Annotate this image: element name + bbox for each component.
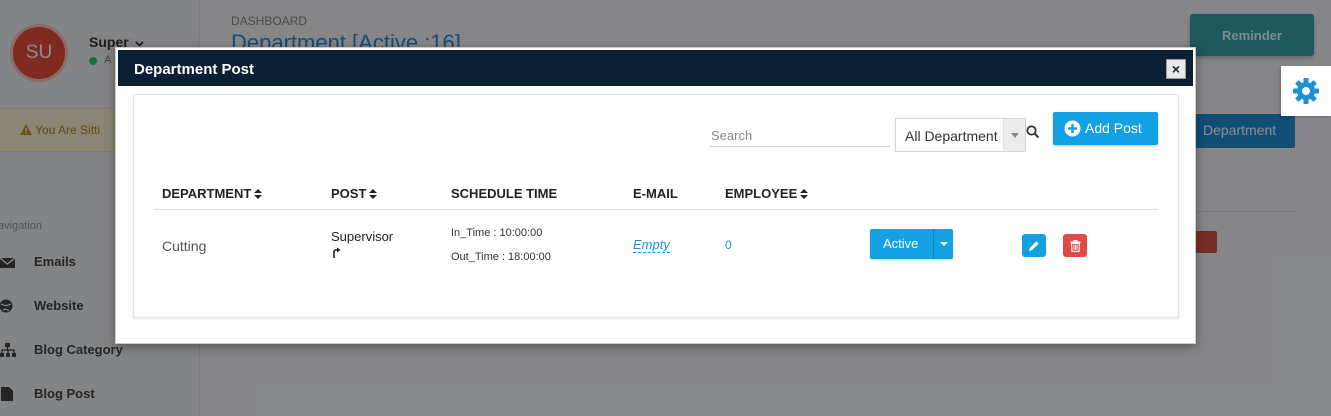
level-up-icon[interactable]	[332, 247, 341, 259]
cell-out-time: Out_Time : 18:00:00	[451, 251, 551, 263]
post-panel: All Department Add Post DEPARTMENT POST …	[133, 94, 1179, 318]
column-header-label: E-MAIL	[633, 186, 678, 201]
column-header-schedule-time: SCHEDULE TIME	[451, 186, 557, 201]
pencil-icon	[1029, 240, 1039, 251]
department-post-modal: Department Post × All Department Add Pos…	[115, 47, 1196, 344]
cell-email-editable[interactable]: Empty	[633, 238, 670, 253]
cell-employee-count[interactable]: 0	[725, 238, 732, 252]
column-header-email: E-MAIL	[633, 186, 678, 201]
department-filter-value: All Department	[905, 128, 998, 144]
status-dropdown-button[interactable]: Active	[870, 229, 953, 259]
search-input[interactable]	[710, 125, 890, 147]
close-button[interactable]: ×	[1166, 59, 1186, 79]
edit-button[interactable]	[1022, 234, 1046, 257]
caret-down-icon[interactable]	[933, 229, 953, 259]
gear-icon	[1293, 78, 1319, 104]
cell-post: Supervisor	[331, 229, 394, 244]
column-header-label: DEPARTMENT	[162, 186, 252, 201]
sort-icon	[800, 189, 809, 199]
plus-circle-icon	[1064, 120, 1081, 137]
column-header-department[interactable]: DEPARTMENT	[162, 186, 263, 201]
chevron-down-icon	[1003, 119, 1025, 151]
column-header-post[interactable]: POST	[331, 186, 378, 201]
column-header-label: EMPLOYEE	[725, 186, 798, 201]
column-header-label: SCHEDULE TIME	[451, 186, 558, 201]
table-divider	[154, 209, 1158, 210]
column-header-employee[interactable]: EMPLOYEE	[725, 186, 809, 201]
close-icon: ×	[1171, 61, 1181, 77]
delete-button[interactable]	[1063, 234, 1087, 257]
search-icon[interactable]	[1026, 125, 1040, 139]
status-label: Active	[883, 236, 919, 251]
sort-icon	[369, 189, 378, 199]
modal-title: Department Post	[134, 61, 255, 78]
modal-header: Department Post ×	[118, 50, 1193, 86]
cell-in-time: In_Time : 10:00:00	[451, 227, 543, 239]
cell-department: Cutting	[162, 238, 207, 254]
sort-icon	[254, 189, 263, 199]
department-filter-select[interactable]: All Department	[895, 118, 1026, 152]
add-post-button[interactable]: Add Post	[1053, 112, 1158, 145]
trash-icon	[1070, 239, 1080, 252]
column-header-label: POST	[331, 186, 367, 201]
add-post-label: Add Post	[1085, 120, 1142, 136]
settings-toggle[interactable]	[1281, 66, 1331, 116]
